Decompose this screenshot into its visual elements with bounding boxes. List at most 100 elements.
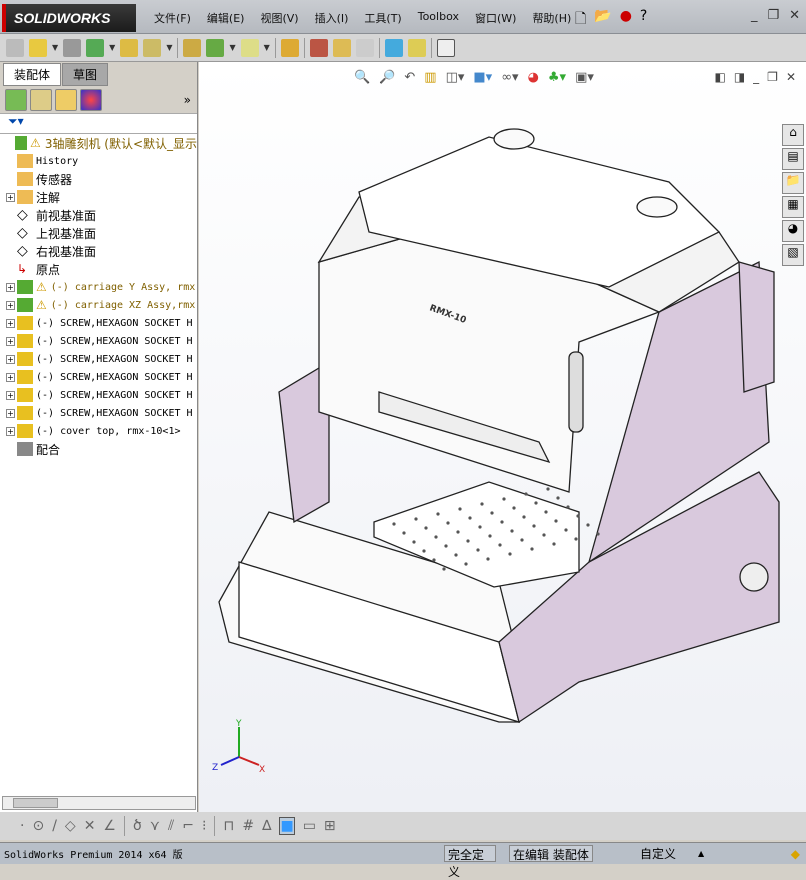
dimension-icon[interactable]: ⊓ [223, 818, 234, 834]
tree-item[interactable]: + (-) SCREW,HEXAGON SOCKET H [6, 332, 197, 350]
configuration-manager-icon[interactable] [55, 88, 77, 111]
tree-item[interactable]: History [6, 152, 197, 170]
filter-icon[interactable]: ⏷▾ [8, 114, 24, 128]
reference-geometry-icon[interactable] [240, 38, 259, 57]
units-selector[interactable]: 自定义 [640, 845, 676, 862]
tree-item[interactable]: ◇ 上视基准面 [6, 224, 197, 242]
menu-item[interactable]: 窗口(W) [467, 10, 524, 26]
tree-item[interactable]: + (-) cover top, rmx-10<1> [6, 422, 197, 440]
tree-item[interactable]: + (-) SCREW,HEXAGON SOCKET H [6, 386, 197, 404]
polygon-icon[interactable]: ◇ [65, 818, 76, 834]
menu-item[interactable]: 工具(T) [356, 10, 409, 26]
expand-toggle[interactable]: + [6, 192, 15, 202]
menu-item[interactable]: 帮助(H) [524, 10, 579, 26]
clearance-icon[interactable] [407, 38, 426, 57]
cnc-model[interactable]: RMX-10 Y X Z [199, 62, 806, 812]
trim-icon[interactable]: ✕ [84, 818, 96, 834]
extend-icon[interactable]: ∠ [103, 818, 116, 834]
show-hidden-icon[interactable] [183, 38, 202, 57]
triad-y-label: Y [235, 719, 242, 729]
help-icon[interactable]: ? [640, 8, 647, 32]
property-manager-icon[interactable] [30, 88, 52, 111]
table-hole [478, 525, 482, 529]
move-component-icon[interactable] [143, 38, 162, 57]
expand-toggle[interactable]: + [6, 318, 15, 328]
expand-toggle[interactable]: + [6, 300, 15, 310]
mirror-icon[interactable]: ⋎ [150, 818, 160, 834]
horizontal-scrollbar[interactable] [2, 796, 196, 810]
window-icon[interactable]: ▭ [303, 818, 316, 834]
table-hole [520, 538, 524, 542]
assembly-features-icon[interactable] [206, 38, 225, 57]
tab-sketch[interactable]: 草图 [62, 63, 109, 86]
expand-toggle[interactable]: + [6, 408, 15, 418]
circle-icon[interactable]: ⊙ [32, 818, 44, 834]
graphics-area[interactable]: 🔍 🔎 ↶ ▥ ◫▾ ■▾ ∞▾ ◕ ♣▾ ▣▾ ◧ ◨ _ ❐ ✕ ⌂ ▤ 📁 ▦ … [199, 62, 806, 812]
tree-item[interactable]: + (-) SCREW,HEXAGON SOCKET H [6, 314, 197, 332]
tree-item[interactable]: + (-) SCREW,HEXAGON SOCKET H [6, 404, 197, 422]
open-icon[interactable]: 📂 [594, 8, 611, 32]
expand-icon[interactable]: » [184, 93, 191, 107]
feature-manager-icon[interactable] [5, 88, 27, 111]
minimize-icon[interactable]: _ [751, 8, 758, 23]
expand-toggle[interactable]: + [6, 354, 15, 364]
filter-bar[interactable]: ⏷▾ [0, 114, 197, 134]
units-up-icon[interactable]: ▲ [698, 849, 704, 858]
linear-pattern-icon[interactable] [86, 38, 105, 57]
explode-line-icon[interactable] [355, 38, 374, 57]
tree-item[interactable]: 传感器 [6, 170, 197, 188]
menu-item[interactable]: 插入(I) [307, 10, 357, 26]
expand-toggle[interactable]: + [6, 390, 15, 400]
interference-icon[interactable] [384, 38, 403, 57]
exploded-view-icon[interactable] [332, 38, 351, 57]
tree-item[interactable]: ◇ 右视基准面 [6, 242, 197, 260]
new-document-icon[interactable]: 🗋 [575, 8, 586, 32]
tree-item[interactable]: + ⚠ (-) carriage Y Assy, rmx [6, 278, 197, 296]
mate-icon[interactable] [63, 38, 82, 57]
tree-item[interactable]: ↳ 原点 [6, 260, 197, 278]
expand-toggle[interactable]: + [6, 372, 15, 382]
menu-item[interactable]: Toolbox [410, 10, 467, 26]
tree-item[interactable]: + ⚠ (-) carriage XZ Assy,rmx [6, 296, 197, 314]
3d-sketch-icon[interactable]: ■ [279, 817, 295, 835]
close-icon[interactable]: ✕ [789, 8, 800, 23]
display-manager-icon[interactable] [80, 88, 102, 111]
new-part-icon[interactable] [29, 38, 47, 57]
table-hole [596, 532, 600, 536]
tree-item-label: 配合 [36, 442, 61, 457]
menu-item[interactable]: 文件(F) [146, 10, 199, 26]
corner-icon[interactable]: ⌐ [182, 818, 194, 834]
point-icon[interactable]: · [20, 818, 24, 834]
grid-icon[interactable]: # [242, 818, 254, 834]
table-icon[interactable]: ⊞ [324, 818, 336, 834]
rebuild-tag-icon[interactable]: ◆ [791, 847, 800, 861]
instant3d-icon[interactable] [436, 38, 455, 57]
expand-toggle[interactable]: + [6, 282, 15, 292]
restore-icon[interactable]: ❐ [767, 8, 779, 23]
tree-item[interactable]: + 注解 [6, 188, 197, 206]
tab-assembly[interactable]: 装配体 [3, 63, 62, 86]
menu-item[interactable]: 编辑(E) [199, 10, 253, 26]
angle-icon[interactable]: ∆ [262, 818, 271, 834]
feature-tree: ⚠ 3轴雕刻机 (默认<默认_显示 History 传感器 + 注解 ◇ 前视基准面 ◇ 上视基准… [0, 134, 197, 458]
new-motion-study-icon[interactable] [280, 38, 299, 57]
offset-icon[interactable]: ծ [133, 818, 142, 834]
insert-component-icon[interactable] [6, 38, 24, 57]
expand-toggle[interactable]: + [6, 426, 15, 436]
bill-of-materials-icon[interactable] [309, 38, 328, 57]
rebuild-icon[interactable]: ● [620, 8, 632, 32]
tree-item[interactable]: + (-) SCREW,HEXAGON SOCKET H [6, 350, 197, 368]
pattern-icon[interactable]: ⁝ [202, 818, 206, 834]
menu-item[interactable]: 视图(V) [252, 10, 306, 26]
tree-item[interactable]: 配合 [6, 440, 197, 458]
solidworks-logo[interactable]: SOLIDWORKS [2, 4, 136, 32]
tree-item[interactable]: ⚠ 3轴雕刻机 (默认<默认_显示 [6, 134, 197, 152]
smart-fasteners-icon[interactable] [120, 38, 139, 57]
tree-item-label: (-) SCREW,HEXAGON SOCKET H [36, 353, 193, 365]
expand-toggle[interactable]: + [6, 336, 15, 346]
tree-item[interactable]: ◇ 前视基准面 [6, 206, 197, 224]
parallel-icon[interactable]: ⫽ [168, 818, 174, 834]
scroll-thumb[interactable] [13, 798, 58, 808]
tree-item[interactable]: + (-) SCREW,HEXAGON SOCKET H [6, 368, 197, 386]
line-icon[interactable]: / [52, 818, 57, 834]
